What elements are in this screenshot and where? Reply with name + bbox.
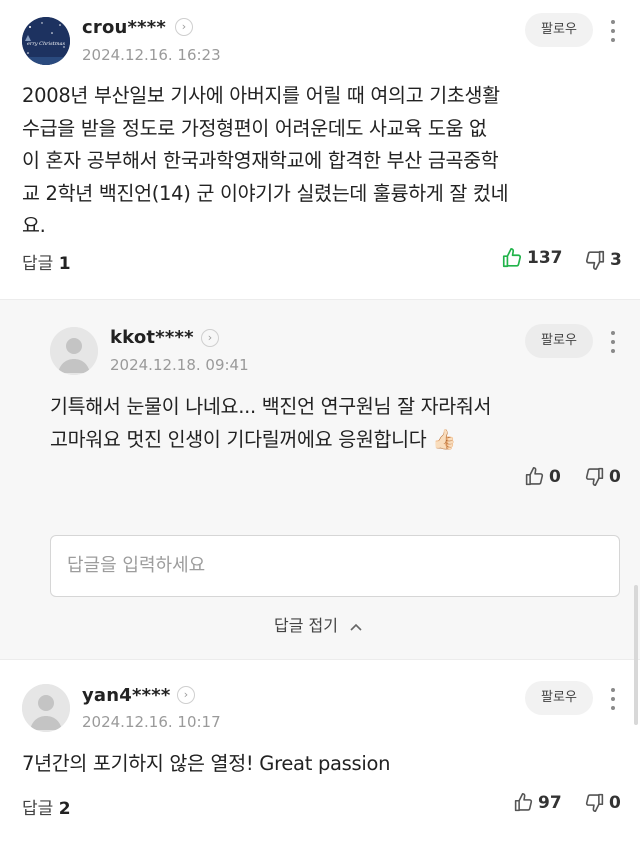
chevron-right-icon[interactable]: › [175, 18, 193, 36]
comment-card: yan4**** › 2024.12.16. 10:17 팔로우 7년간의 포기… [0, 660, 640, 844]
comment-text-line: 교 2학년 백진언(14) 군 이야기가 실렸는데 훌륭하게 잘 컸네 [22, 181, 509, 205]
follow-button[interactable]: 팔로우 [525, 13, 593, 47]
reply-input[interactable]: 답글을 입력하세요 [50, 535, 620, 597]
avatar[interactable]: erry Christmas [22, 17, 70, 65]
like-button[interactable]: 137 [501, 247, 563, 269]
christmas-avatar-image: erry Christmas [22, 17, 70, 65]
collapse-replies-button[interactable]: 답글 접기 [274, 612, 363, 636]
comment-body: 2008년 부산일보 기사에 아버지를 어릴 때 여의고 기초생활 수급을 받을… [22, 80, 509, 243]
chevron-right-icon[interactable]: › [201, 329, 219, 347]
chevron-right-icon[interactable]: › [177, 686, 195, 704]
reply-count: 1 [58, 254, 71, 274]
like-button[interactable]: 97 [513, 792, 562, 813]
reply-text-line: 기특해서 눈물이 나네요... 백진언 연구원님 잘 자라줘서 [50, 395, 492, 418]
follow-button[interactable]: 팔로우 [525, 324, 593, 358]
follow-button[interactable]: 팔로우 [525, 681, 593, 715]
dislike-button[interactable]: 0 [584, 792, 621, 813]
like-count: 0 [549, 466, 561, 487]
comment-text-line: 이 혼자 공부해서 한국과학영재학교에 합격한 부산 금곡중학 [22, 149, 499, 173]
avatar[interactable] [22, 684, 70, 732]
thumbs-up-emoji: 👍🏻 [432, 427, 457, 451]
comment-card: erry Christmas crou**** › 2024.12.16. 16… [0, 0, 640, 299]
timestamp: 2024.12.18. 09:41 [110, 356, 249, 374]
reply-count: 2 [58, 799, 71, 819]
dislike-button[interactable]: 3 [584, 249, 622, 271]
username[interactable]: crou**** [82, 17, 166, 38]
default-avatar-icon [50, 327, 98, 375]
collapse-label: 답글 접기 [274, 616, 338, 635]
divider [0, 299, 640, 300]
username[interactable]: yan4**** [82, 685, 170, 706]
more-vertical-icon[interactable] [609, 331, 617, 357]
comment-text-line: 7년간의 포기하지 않은 열정! Great passion [22, 752, 391, 775]
reply-label: 답글 [22, 799, 54, 819]
like-count: 137 [527, 248, 563, 268]
like-count: 97 [538, 792, 562, 813]
thumbs-down-icon [585, 793, 604, 813]
dislike-count: 0 [609, 792, 621, 813]
comment-text-line: 2008년 부산일보 기사에 아버지를 어릴 때 여의고 기초생활 [22, 84, 500, 107]
reply-label: 답글 [22, 254, 54, 274]
dislike-count: 0 [609, 466, 621, 487]
thumbs-down-icon [585, 467, 604, 487]
dislike-button[interactable]: 0 [584, 466, 621, 487]
chevron-up-icon [350, 623, 362, 631]
default-avatar-icon [22, 684, 70, 732]
reply-body: 기특해서 눈물이 나네요... 백진언 연구원님 잘 자라줘서 고마워요 멋진 … [50, 391, 491, 456]
more-vertical-icon[interactable] [609, 20, 617, 46]
timestamp: 2024.12.16. 16:23 [82, 46, 221, 64]
more-vertical-icon[interactable] [609, 688, 617, 714]
comment-text-line: 요. [22, 214, 46, 238]
dislike-count: 3 [610, 250, 622, 270]
username[interactable]: kkot**** [110, 327, 194, 348]
thumbs-up-icon [502, 248, 522, 268]
thumbs-down-icon [585, 250, 605, 270]
thumbs-up-icon [525, 466, 544, 486]
avatar[interactable] [50, 327, 98, 375]
svg-text:erry Christmas: erry Christmas [27, 41, 65, 47]
reply-toggle-button[interactable]: 답글 2 [22, 794, 71, 819]
like-button[interactable]: 0 [524, 466, 561, 487]
comment-text-line: 수급을 받을 정도로 가정형편이 어려운데도 사교육 도움 없 [22, 116, 487, 140]
reply-text-line: 고마워요 멋진 인생이 기다릴꺼에요 응원합니다 👍🏻 [50, 427, 457, 451]
thumbs-up-icon [514, 792, 533, 812]
timestamp: 2024.12.16. 10:17 [82, 713, 221, 731]
comment-body: 7년간의 포기하지 않은 열정! Great passion [22, 748, 391, 781]
reply-toggle-button[interactable]: 답글 1 [22, 249, 71, 274]
